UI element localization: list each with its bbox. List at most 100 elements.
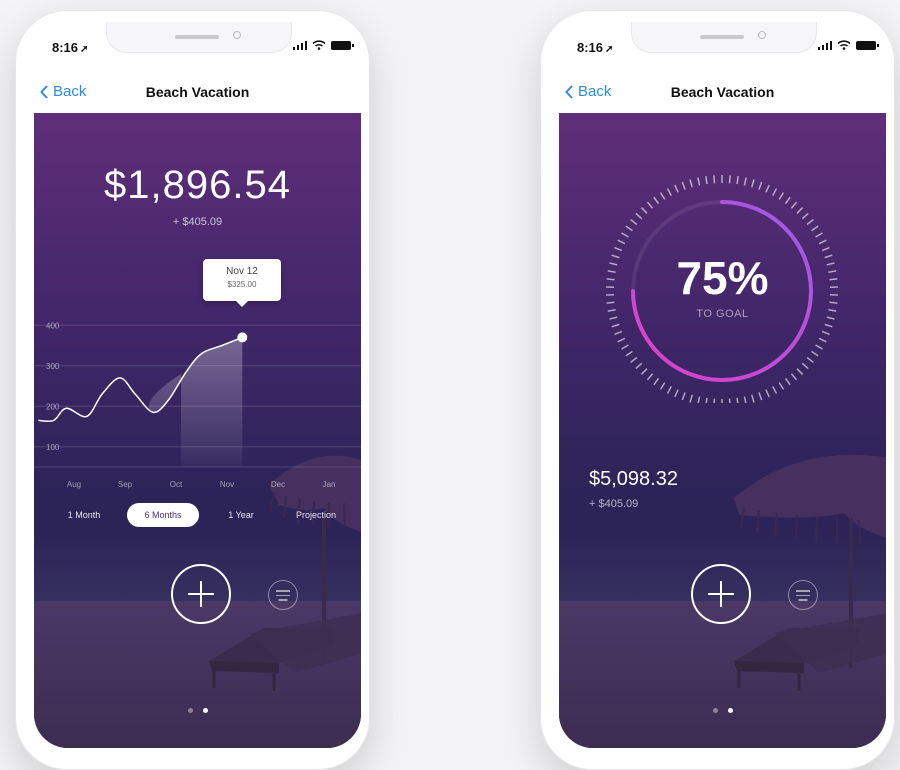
ring-tick — [822, 331, 829, 334]
amount-change: + $405.09 — [34, 216, 361, 228]
ring-tick — [622, 233, 629, 237]
ring-tick — [612, 324, 620, 326]
range-tab-6-months[interactable]: 6 Months — [127, 503, 199, 527]
ring-tick — [759, 182, 762, 190]
y-tick-label-200: 200 — [46, 402, 60, 411]
ring-tick — [779, 193, 783, 200]
ring-tick — [622, 345, 629, 349]
screen-left: 8:16➚ Back Beach Vacat — [34, 22, 361, 748]
transactions-list-button[interactable] — [268, 580, 298, 610]
battery-icon — [856, 41, 876, 50]
transactions-list-button[interactable] — [788, 580, 818, 610]
ring-tick — [698, 178, 700, 186]
volume-down-button — [12, 230, 16, 280]
ring-tick — [636, 363, 642, 368]
speaker — [700, 35, 744, 39]
page-title: Beach Vacation — [34, 84, 361, 100]
ring-tick — [825, 324, 833, 326]
ring-tick — [631, 220, 637, 225]
ring-tick — [730, 175, 731, 183]
cellular-signal-icon — [293, 40, 308, 50]
page-indicator — [559, 708, 886, 713]
y-tick-label-100: 100 — [46, 443, 60, 452]
y-tick-label-400: 400 — [46, 321, 60, 330]
content-area: 75% TO GOAL $5,098.32 + $405.09 — [559, 113, 886, 748]
ring-tick — [714, 175, 715, 183]
ring-tick — [614, 331, 621, 334]
ring-tick — [690, 395, 692, 403]
ring-tick — [797, 369, 803, 375]
time-range-selector: 1 Month 6 Months 1 Year Projection — [34, 503, 361, 529]
range-tab-projection[interactable]: Projection — [284, 503, 348, 527]
ring-tick — [668, 386, 672, 393]
ring-tick — [690, 179, 692, 187]
add-deposit-button[interactable] — [171, 564, 231, 624]
camera-icon — [758, 31, 766, 39]
goal-percent: 75% — [559, 251, 886, 305]
battery-icon — [331, 41, 351, 50]
ring-tick — [816, 345, 823, 349]
ring-tick — [631, 357, 637, 362]
ring-tick — [807, 357, 813, 362]
ring-tick — [654, 197, 659, 203]
ring-tick — [618, 240, 625, 244]
nav-bar: Back Beach Vacation — [34, 66, 361, 114]
ring-tick — [641, 369, 647, 375]
range-tab-1-year[interactable]: 1 Year — [214, 503, 268, 527]
ring-tick — [661, 383, 665, 390]
tooltip-date: Nov 12 — [203, 266, 281, 277]
ring-tick — [730, 399, 731, 403]
ring-tick — [647, 202, 652, 208]
ring-tick — [773, 189, 777, 196]
x-tick-label-dec: Dec — [271, 480, 285, 489]
ring-tick — [675, 185, 678, 192]
ring-tick — [682, 182, 685, 190]
savings-line-chart: 100200300400AugSepOctNovDecJan — [34, 293, 361, 493]
page-dot-2[interactable] — [728, 708, 733, 713]
page-indicator — [34, 708, 361, 713]
camera-icon — [233, 31, 241, 39]
total-amount: $1,896.54 — [34, 163, 361, 208]
ring-tick — [714, 399, 715, 403]
ring-tick — [812, 351, 819, 355]
page-dot-2[interactable] — [203, 708, 208, 713]
phone-frame-left: 8:16➚ Back Beach Vacat — [15, 10, 370, 770]
page-dot-1[interactable] — [713, 708, 718, 713]
wifi-icon — [837, 40, 851, 50]
balance-change: + $405.09 — [589, 498, 638, 510]
screen-right: 8:16➚ Back Beach Vacat — [559, 22, 886, 748]
nav-bar: Back Beach Vacation — [559, 66, 886, 114]
ring-tick — [819, 338, 826, 342]
ring-tick — [766, 185, 769, 192]
ring-tick — [766, 390, 769, 397]
ring-tick — [812, 226, 819, 230]
chart-highlight-point — [237, 332, 247, 342]
ring-tick — [744, 178, 746, 186]
x-tick-label-jan: Jan — [323, 480, 336, 489]
ring-tick — [759, 392, 762, 400]
add-deposit-button[interactable] — [691, 564, 751, 624]
volume-up-button — [12, 170, 16, 220]
page-title: Beach Vacation — [559, 84, 886, 100]
status-icons — [818, 40, 877, 50]
volume-up-button — [537, 170, 541, 220]
ring-tick — [654, 378, 659, 384]
x-tick-label-nov: Nov — [220, 480, 234, 489]
side-button — [12, 120, 16, 148]
notch — [106, 22, 292, 53]
x-tick-label-aug: Aug — [67, 480, 81, 489]
ring-tick — [682, 392, 685, 400]
status-time: 8:16➚ — [577, 40, 613, 55]
y-tick-label-300: 300 — [46, 362, 60, 371]
chart-area-highlight — [149, 337, 242, 467]
x-tick-label-oct: Oct — [170, 480, 183, 489]
ring-tick — [773, 386, 777, 393]
ring-tick — [668, 189, 672, 196]
ring-tick — [802, 363, 808, 368]
ring-tick — [752, 395, 754, 403]
side-button — [537, 120, 541, 148]
range-tab-1-month[interactable]: 1 Month — [54, 503, 114, 527]
ring-tick — [641, 208, 647, 214]
power-button — [369, 200, 373, 280]
page-dot-1[interactable] — [188, 708, 193, 713]
